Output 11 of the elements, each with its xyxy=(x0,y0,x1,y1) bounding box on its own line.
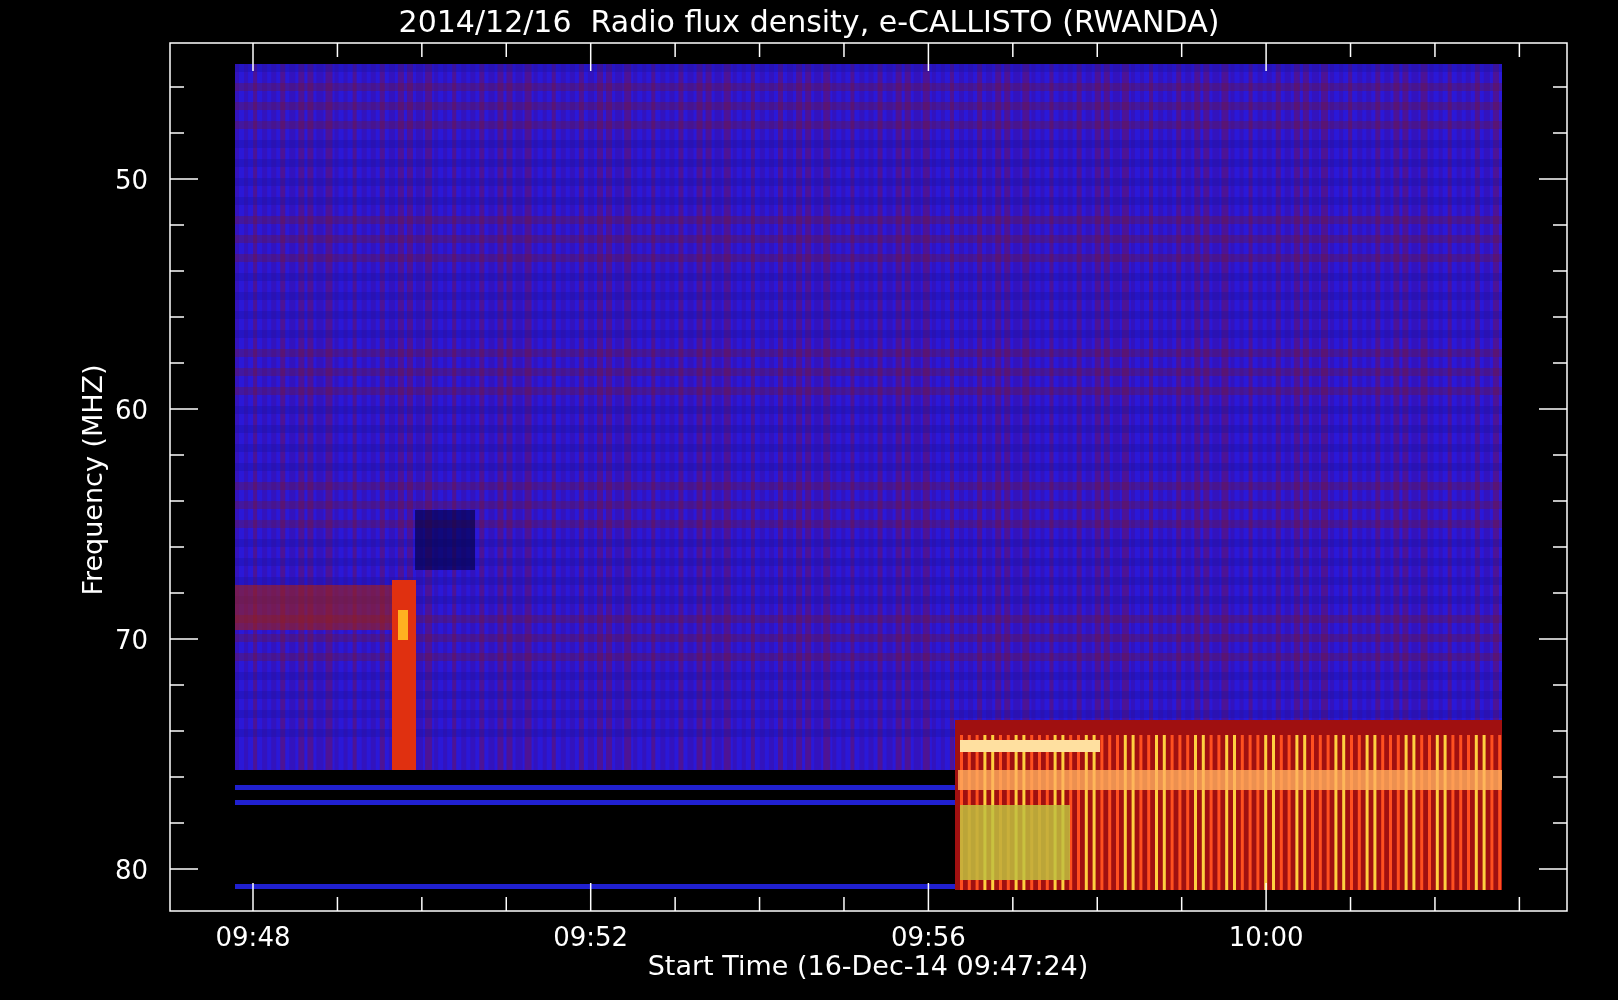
chart-title: 2014/12/16 Radio flux density, e-CALLISTO (RWANDA) xyxy=(398,4,1220,39)
x-tick-label: 09:52 xyxy=(553,922,629,952)
y-tick-label: 60 xyxy=(114,395,148,425)
x-axis-label: Start Time (16-Dec-14 09:47:24) xyxy=(647,950,1089,981)
x-tick-label: 10:00 xyxy=(1228,922,1304,952)
y-axis-label: Frequency (MHZ) xyxy=(77,364,108,596)
y-tick-label: 70 xyxy=(114,625,148,655)
y-tick-label: 50 xyxy=(114,165,148,195)
x-tick-label: 09:48 xyxy=(215,922,291,952)
y-tick-label: 80 xyxy=(114,855,148,885)
x-tick-label: 09:56 xyxy=(890,922,966,952)
